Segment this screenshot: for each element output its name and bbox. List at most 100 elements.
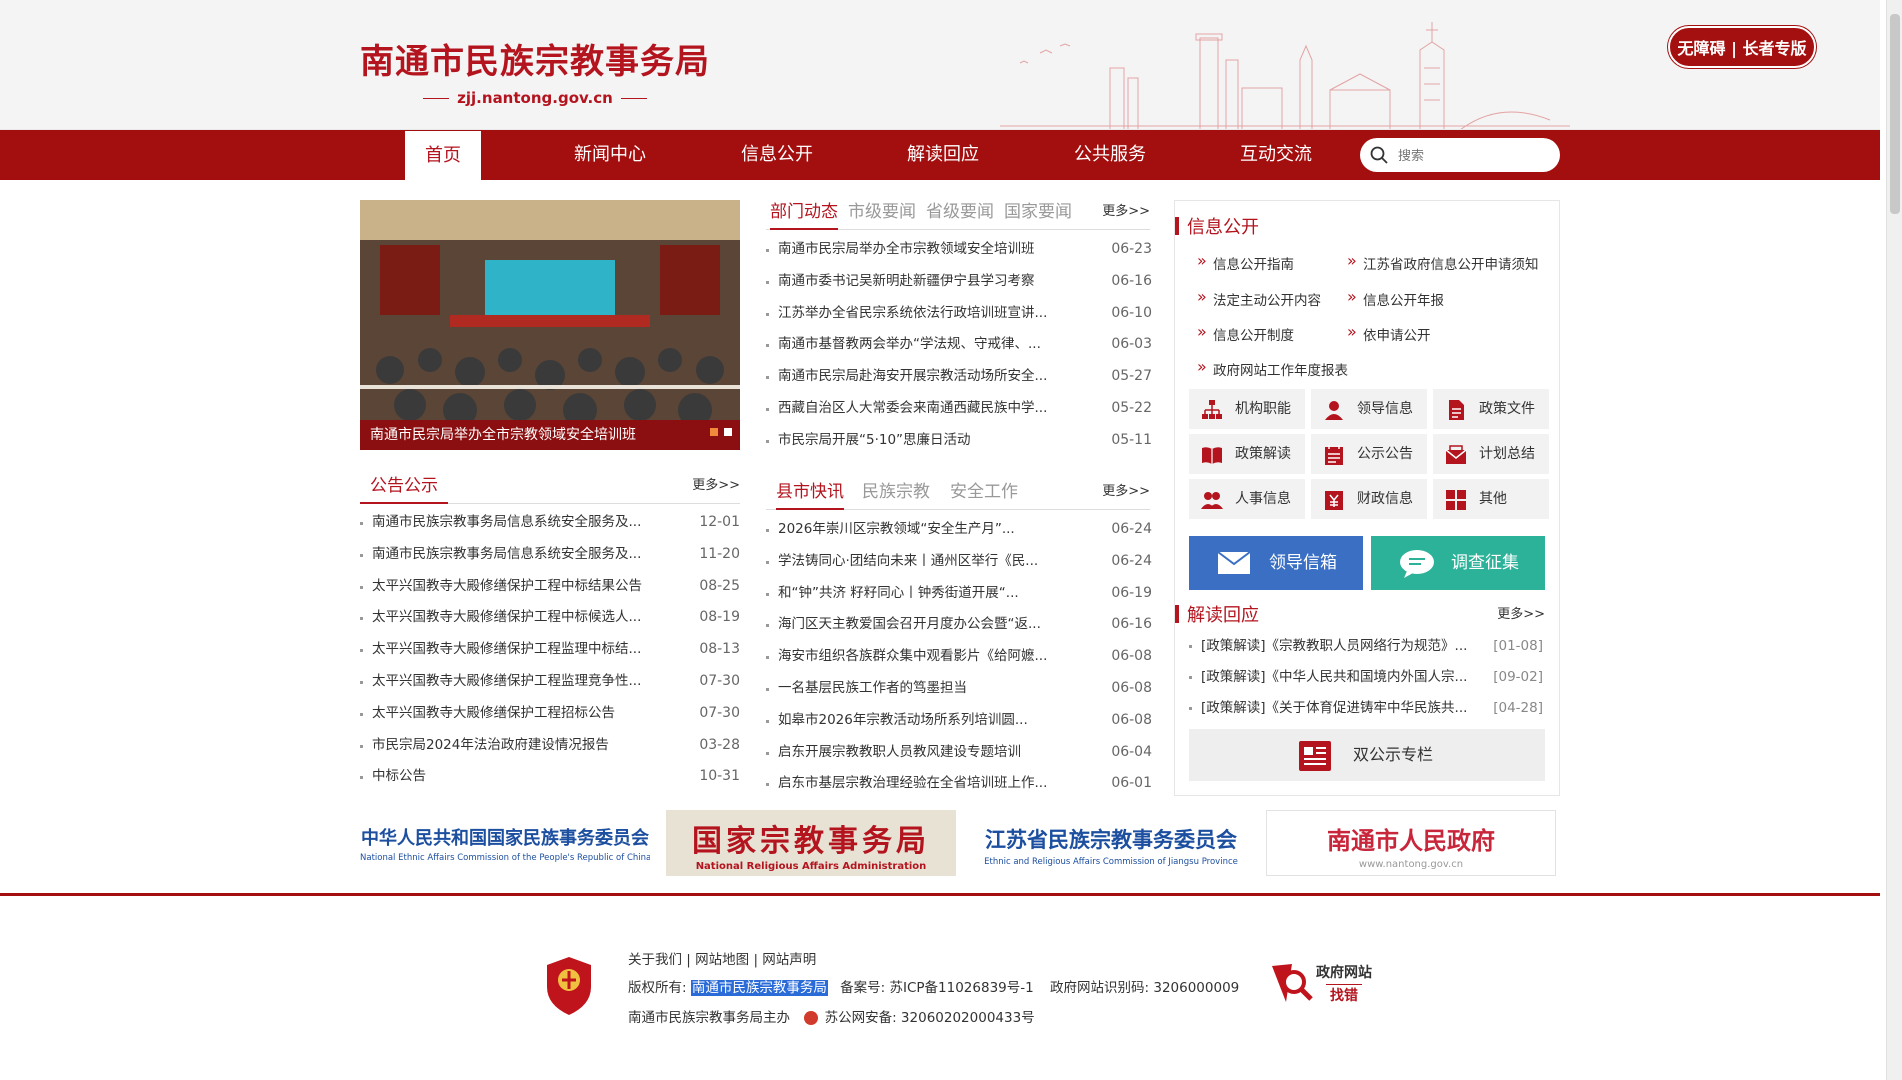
- county-news-item[interactable]: 2026年崇川区宗教领域“安全生产月”... 06-24: [764, 514, 1152, 546]
- accessibility-elder-mode-button[interactable]: 无障碍 | 长者专版: [1668, 26, 1816, 68]
- county-news-item-title[interactable]: 一名基层民族工作者的笃墨担当: [778, 673, 967, 705]
- public-notice-button[interactable]: 公示公告: [1311, 434, 1427, 474]
- org-function-button[interactable]: 机构职能: [1189, 389, 1305, 429]
- policy-interpret-button[interactable]: 政策解读: [1189, 434, 1305, 474]
- double-publicity-button[interactable]: 双公示专栏: [1189, 729, 1545, 781]
- nav-item-interpretation[interactable]: 解读回应: [883, 130, 1003, 180]
- county-news-item[interactable]: 启东市基层宗教治理经验在全省培训班上作... 06-01: [764, 768, 1152, 801]
- county-news-item[interactable]: 如皋市2026年宗教活动场所系列培训圆... 06-08: [764, 704, 1152, 737]
- notice-item[interactable]: 太平兴国教寺大殿修缮保护工程中标结果公告 08-25: [358, 570, 740, 603]
- icp-record[interactable]: 备案号: 苏ICP备11026839号-1: [840, 980, 1034, 996]
- nav-item-public-service[interactable]: 公共服务: [1050, 130, 1170, 180]
- nav-item-interaction[interactable]: 互动交流: [1216, 130, 1336, 180]
- tab-county-news[interactable]: 县市快讯: [776, 478, 844, 510]
- county-news-item[interactable]: 一名基层民族工作者的笃墨担当 06-08: [764, 672, 1152, 705]
- county-news-item-title[interactable]: 启东市基层宗教治理经验在全省培训班上作...: [778, 768, 1047, 800]
- dept-news-item[interactable]: 西藏自治区人大常委会来南通西藏民族中学... 05-22: [764, 392, 1152, 425]
- notice-item-title[interactable]: 太平兴国教寺大殿修缮保护工程监理中标结...: [372, 634, 641, 666]
- tab-dept-news[interactable]: 部门动态: [770, 198, 838, 230]
- party-gov-emblem[interactable]: [544, 956, 594, 1016]
- notice-item[interactable]: 南通市民族宗教事务局信息系统安全服务及... 11-20: [358, 538, 740, 571]
- notice-item-title[interactable]: 太平兴国教寺大殿修缮保护工程中标结果公告: [372, 571, 642, 603]
- notice-item[interactable]: 市民宗局2024年法治政府建设情况报告 03-28: [358, 729, 740, 762]
- county-news-item-title[interactable]: 如皋市2026年宗教活动场所系列培训圆...: [778, 705, 1028, 737]
- county-news-item-title[interactable]: 2026年崇川区宗教领域“安全生产月”...: [778, 514, 1015, 546]
- partner-logo-nantong-gov[interactable]: 南通市人民政府 www.nantong.gov.cn: [1266, 810, 1556, 876]
- info-link-statutory[interactable]: 法定主动公开内容: [1195, 287, 1321, 309]
- partner-logo-jiangsu[interactable]: 江苏省民族宗教事务委员会 Ethnic and Religious Affair…: [966, 810, 1256, 876]
- dept-news-item[interactable]: 南通市基督教两会举办“学法规、守戒律、... 06-03: [764, 329, 1152, 362]
- finance-info-button[interactable]: 财政信息: [1311, 479, 1427, 519]
- leader-info-button[interactable]: 领导信息: [1311, 389, 1427, 429]
- slider-caption[interactable]: 南通市民宗局举办全市宗教领域安全培训班: [360, 420, 740, 450]
- notice-item-title[interactable]: 市民宗局2024年法治政府建设情况报告: [372, 730, 609, 762]
- tab-notices[interactable]: 公告公示: [360, 472, 448, 504]
- site-brand[interactable]: 南通市民族宗教事务局 zjj.nantong.gov.cn: [360, 34, 710, 107]
- scrollbar-thumb[interactable]: [1890, 14, 1900, 214]
- notice-item-title[interactable]: 太平兴国教寺大殿修缮保护工程招标公告: [372, 698, 615, 730]
- footer-about-link[interactable]: 关于我们: [628, 952, 682, 968]
- county-news-item[interactable]: 海门区天主教爱国会召开月度办公会暨“返... 06-16: [764, 609, 1152, 642]
- dept-news-item-title[interactable]: 南通市委书记吴新明赴新疆伊宁县学习考察: [778, 266, 1035, 298]
- tab-safety-work[interactable]: 安全工作: [950, 478, 1018, 510]
- notice-item[interactable]: 太平兴国教寺大殿修缮保护工程监理中标结... 08-13: [358, 634, 740, 666]
- notices-more-link[interactable]: 更多>>: [692, 474, 740, 493]
- policy-docs-button[interactable]: 政策文件: [1433, 389, 1549, 429]
- notice-item[interactable]: 太平兴国教寺大殿修缮保护工程监理竞争性... 07-30: [358, 665, 740, 698]
- search-input[interactable]: [1398, 144, 1548, 166]
- notice-item-title[interactable]: 南通市民族宗教事务局信息系统安全服务及...: [372, 507, 641, 539]
- notice-item[interactable]: 太平兴国教寺大殿修缮保护工程招标公告 07-30: [358, 697, 740, 730]
- info-link-apply-notice[interactable]: 江苏省政府信息公开申请须知: [1345, 251, 1539, 273]
- interpret-item-title[interactable]: [政策解读]《中华人民共和国境内外国人宗...: [1201, 669, 1467, 685]
- dept-news-item-title[interactable]: 南通市民宗局赴海安开展宗教活动场所安全...: [778, 361, 1047, 393]
- interpret-item-title[interactable]: [政策解读]《关于体育促进铸牢中华民族共...: [1201, 700, 1467, 716]
- dept-news-item-title[interactable]: 南通市基督教两会举办“学法规、守戒律、...: [778, 329, 1041, 361]
- survey-button[interactable]: 调查征集: [1371, 536, 1545, 590]
- dept-news-item[interactable]: 南通市民宗局赴海安开展宗教活动场所安全... 05-27: [764, 361, 1152, 393]
- slider-dot[interactable]: [710, 428, 718, 436]
- info-link-system[interactable]: 信息公开制度: [1195, 322, 1294, 344]
- police-record[interactable]: 苏公网安备: 32060202000433号: [825, 1010, 1035, 1026]
- dept-news-item-title[interactable]: 江苏举办全省民宗系统依法行政培训班宣讲...: [778, 298, 1047, 330]
- county-news-item[interactable]: 启东开展宗教教职人员教风建设专题培训 06-04: [764, 736, 1152, 769]
- notice-item-title[interactable]: 南通市民族宗教事务局信息系统安全服务及...: [372, 539, 641, 571]
- county-news-item[interactable]: 海安市组织各族群众集中观看影片《给阿嬷... 06-08: [764, 641, 1152, 673]
- personnel-info-button[interactable]: 人事信息: [1189, 479, 1305, 519]
- partner-logo-sara[interactable]: 国家宗教事务局 National Religious Affairs Admin…: [666, 810, 956, 876]
- dept-news-item-title[interactable]: 南通市民宗局举办全市宗教领域安全培训班: [778, 234, 1035, 266]
- interpret-item[interactable]: [政策解读]《中华人民共和国境内外国人宗... [09-02]: [1187, 662, 1543, 693]
- search-icon[interactable]: [1370, 146, 1388, 164]
- news-slider[interactable]: 南通市民宗局举办全市宗教领域安全培训班: [360, 200, 740, 450]
- county-news-more-link[interactable]: 更多>>: [1102, 480, 1150, 499]
- notice-item-title[interactable]: 太平兴国教寺大殿修缮保护工程中标候选人...: [372, 602, 641, 634]
- notice-item[interactable]: 南通市民族宗教事务局信息系统安全服务及... 12-01: [358, 507, 740, 539]
- page-scrollbar[interactable]: [1886, 0, 1902, 1080]
- county-news-item[interactable]: 和“钟”共济 籽籽同心丨钟秀街道开展“... 06-19: [764, 577, 1152, 610]
- slider-dot[interactable]: [724, 428, 732, 436]
- tab-city-news[interactable]: 市级要闻: [848, 198, 916, 230]
- dept-news-item-title[interactable]: 西藏自治区人大常委会来南通西藏民族中学...: [778, 393, 1047, 425]
- county-news-item-title[interactable]: 学法铸同心·团结向未来丨通州区举行《民...: [778, 546, 1038, 578]
- dept-news-item[interactable]: 江苏举办全省民宗系统依法行政培训班宣讲... 06-10: [764, 297, 1152, 330]
- other-info-button[interactable]: 其他: [1433, 479, 1549, 519]
- county-news-item-title[interactable]: 海安市组织各族群众集中观看影片《给阿嬷...: [778, 641, 1047, 673]
- gov-site-error-report[interactable]: 政府网站 找错: [1270, 960, 1380, 1010]
- tab-ethnic-religion[interactable]: 民族宗教: [862, 478, 930, 510]
- footer-sitemap-link[interactable]: 网站地图: [695, 952, 749, 968]
- interpret-more-link[interactable]: 更多>>: [1497, 603, 1545, 622]
- tab-national-news[interactable]: 国家要闻: [1004, 198, 1072, 230]
- notice-item[interactable]: 中标公告 10-31: [358, 761, 740, 794]
- interpret-item-title[interactable]: [政策解读]《宗教教职人员网络行为规范》...: [1201, 638, 1467, 654]
- footer-statement-link[interactable]: 网站声明: [762, 952, 816, 968]
- dept-news-item-title[interactable]: 市民宗局开展“5·10”思廉日活动: [778, 425, 971, 457]
- info-link-guide[interactable]: 信息公开指南: [1195, 251, 1294, 273]
- info-link-annual-report[interactable]: 信息公开年报: [1345, 287, 1444, 309]
- county-news-item-title[interactable]: 和“钟”共济 籽籽同心丨钟秀街道开展“...: [778, 578, 1019, 610]
- tab-province-news[interactable]: 省级要闻: [926, 198, 994, 230]
- nav-item-news-center[interactable]: 新闻中心: [550, 130, 670, 180]
- dept-news-item[interactable]: 南通市民宗局举办全市宗教领域安全培训班 06-23: [764, 234, 1152, 266]
- county-news-item[interactable]: 学法铸同心·团结向未来丨通州区举行《民... 06-24: [764, 545, 1152, 578]
- dept-news-item[interactable]: 南通市委书记吴新明赴新疆伊宁县学习考察 06-16: [764, 265, 1152, 298]
- county-news-item-title[interactable]: 启东开展宗教教职人员教风建设专题培训: [778, 737, 1021, 769]
- info-link-website-report[interactable]: 政府网站工作年度报表: [1195, 357, 1348, 379]
